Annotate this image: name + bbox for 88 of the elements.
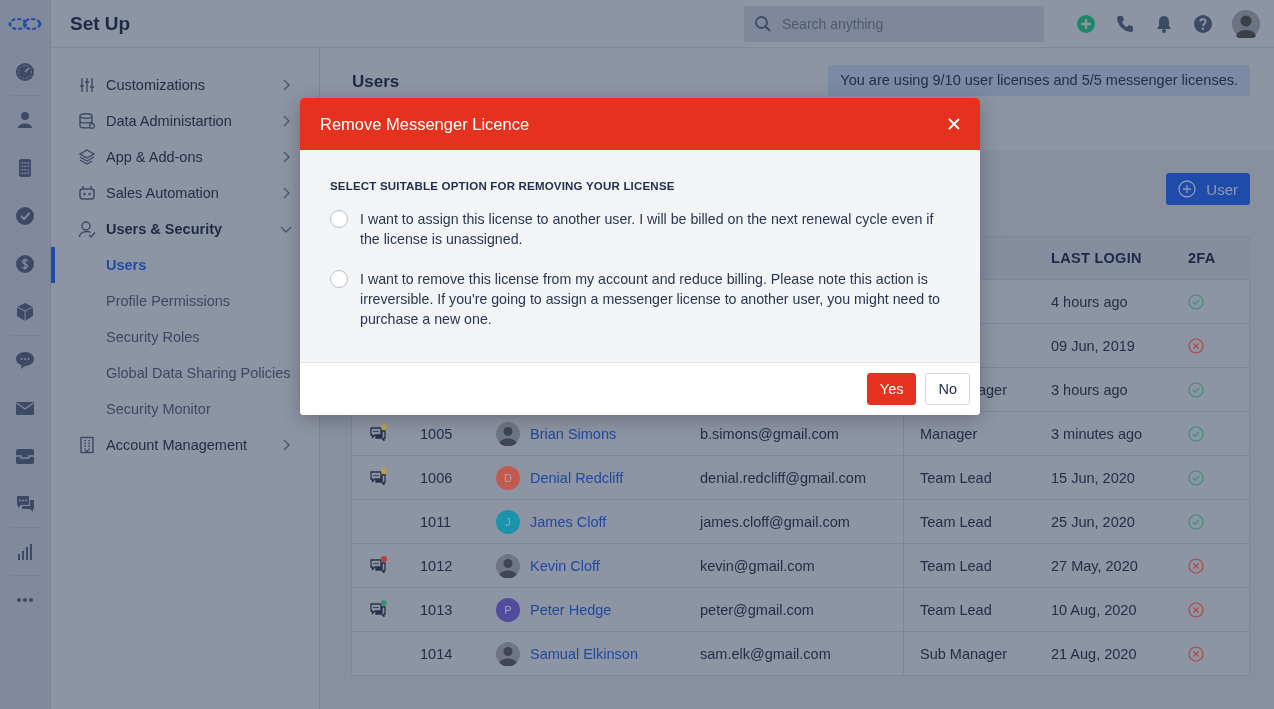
table-cell: 15 Jun, 2020: [1051, 469, 1135, 486]
menu-item[interactable]: App & Add-ons: [51, 139, 319, 175]
messenger-icon: [370, 558, 386, 573]
bar-chart-icon[interactable]: [15, 542, 35, 562]
table-cell: b.simons@gmail.com: [700, 425, 839, 442]
cube-icon[interactable]: [15, 302, 35, 322]
table-cell: 4 hours ago: [1051, 293, 1128, 310]
user-name-link[interactable]: Kevin Cloff: [530, 557, 600, 574]
table-cell: 3 minutes ago: [1051, 425, 1143, 442]
gauge-icon[interactable]: [15, 62, 35, 82]
sliders-icon: [78, 76, 96, 94]
user-name-link[interactable]: Samual Elkinson: [530, 645, 638, 662]
page-title: Set Up: [70, 12, 132, 35]
table-cell: peter@gmail.com: [700, 601, 814, 618]
avatar-icon: [496, 421, 520, 446]
help-icon[interactable]: [1193, 13, 1213, 34]
building-icon: [78, 436, 96, 454]
menu-item[interactable]: Users & Security: [51, 211, 319, 247]
plus-circle-icon: [1178, 180, 1197, 198]
table-cell: 1014: [420, 645, 453, 662]
table-cell: 3 hours ago: [1051, 381, 1128, 398]
avatar: D: [496, 465, 520, 490]
section-title: Users: [352, 72, 400, 92]
messenger-icon: [370, 426, 386, 441]
table-cell: Team Lead: [920, 513, 992, 530]
close-icon[interactable]: [948, 118, 960, 130]
avatar-icon: [496, 553, 520, 578]
menu-item[interactable]: Data Administartion: [51, 103, 319, 139]
robot-icon: [78, 184, 96, 202]
column-header: LAST LOGIN: [1051, 250, 1142, 266]
menu-item[interactable]: Account Management: [51, 427, 319, 463]
messenger-icon: [370, 602, 386, 617]
menu-item[interactable]: Customizations: [51, 67, 319, 103]
table-cell: 1006: [420, 469, 453, 486]
table-cell: Sub Manager: [920, 645, 1008, 662]
dialog-heading: SELECT SUITABLE OPTION FOR REMOVING YOUR LICENSE: [330, 180, 676, 192]
add-user-button[interactable]: User: [1166, 173, 1250, 205]
user-name-link[interactable]: James Cloff: [530, 513, 607, 530]
user-name-link[interactable]: Peter Hedge: [530, 601, 612, 618]
menu-item[interactable]: Sales Automation: [51, 175, 319, 211]
table-cell: kevin@gmail.com: [700, 557, 815, 574]
messenger-icon: [370, 470, 386, 485]
dollar-circle-icon[interactable]: [15, 254, 35, 274]
avatar: P: [496, 597, 520, 622]
option-text: I want to assign this license to another user. I will be billed on the next renewal cycle even if the license is unassigned.: [360, 210, 935, 249]
table-cell: 09 Jun, 2019: [1051, 337, 1135, 354]
column-header: 2FA: [1188, 250, 1216, 266]
dialog-title: Remove Messenger Licence: [320, 114, 530, 134]
table-cell: denial.redcliff@gmail.com: [700, 469, 866, 486]
user-check-icon: [78, 220, 96, 238]
cancel-button[interactable]: No: [925, 373, 970, 405]
license-notice: You are using 9/10 user licenses and 5/5 messenger licenses.: [828, 65, 1250, 96]
layers-icon: [78, 148, 96, 166]
search-icon: [755, 15, 771, 32]
option-text: I want to remove this license from my account and reduce billing. Please note this action is irreversible. If you're going to assign a messenger license to another user, you might need to purchase a new one.: [360, 270, 941, 329]
table-cell: 1005: [420, 425, 453, 442]
table-cell: 1013: [420, 601, 453, 618]
table-cell: Team Lead: [920, 469, 992, 486]
avatar-icon: [496, 641, 520, 666]
database-icon: [78, 112, 96, 130]
table-cell: 21 Aug, 2020: [1051, 645, 1137, 662]
table-cell: sam.elk@gmail.com: [700, 645, 831, 662]
table-cell: 25 Jun, 2020: [1051, 513, 1135, 530]
chat-bubbles-icon[interactable]: [15, 494, 35, 514]
user-name-link[interactable]: Denial Redcliff: [530, 469, 624, 486]
person-icon[interactable]: [15, 110, 35, 130]
table-cell: Manager: [920, 425, 978, 442]
inbox-tray-icon[interactable]: [15, 446, 35, 466]
table-cell: Team Lead: [920, 601, 992, 618]
radio-button[interactable]: [330, 210, 348, 228]
bell-icon[interactable]: [1154, 13, 1174, 34]
confirm-button[interactable]: Yes: [866, 373, 917, 405]
table-cell: ager: [977, 381, 1007, 398]
user-name-link[interactable]: Brian Simons: [530, 425, 617, 442]
radio-button[interactable]: [330, 270, 348, 288]
logo-icon[interactable]: [8, 17, 42, 31]
avatar-icon[interactable]: [1232, 9, 1260, 38]
table-cell: 10 Aug, 2020: [1051, 601, 1137, 618]
table-cell: 1012: [420, 557, 453, 574]
table-cell: 27 May, 2020: [1051, 557, 1138, 574]
table-cell: james.cloff@gmail.com: [700, 513, 850, 530]
avatar: J: [496, 509, 520, 534]
add-icon[interactable]: [1076, 13, 1096, 34]
table-cell: Team Lead: [920, 557, 992, 574]
table-cell: 1011: [420, 513, 452, 530]
check-circle-icon[interactable]: [15, 206, 35, 226]
phone-icon[interactable]: [1115, 13, 1135, 34]
chat-bubble-icon[interactable]: [15, 350, 35, 370]
